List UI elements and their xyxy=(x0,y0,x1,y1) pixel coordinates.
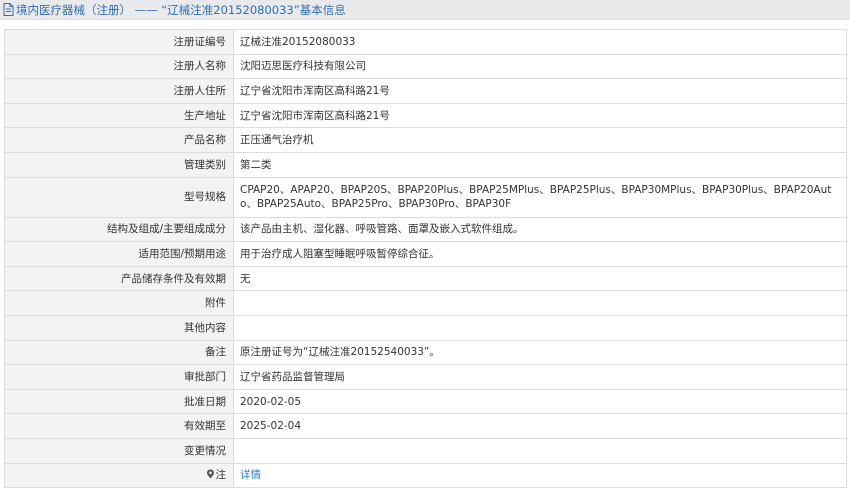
table-row: 结构及组成/主要组成成分 该产品由主机、湿化器、呼吸管路、面罩及嵌入式软件组成。 xyxy=(4,216,847,243)
page-title: 境内医疗器械（注册） —— “辽械注准20152080033”基本信息 xyxy=(16,2,346,17)
row-label: 产品名称 xyxy=(4,127,234,153)
row-value: 第二类 xyxy=(233,151,847,178)
row-label: 生产地址 xyxy=(4,102,234,129)
row-value: 辽宁省沈阳市浑南区高科路21号 xyxy=(233,102,847,129)
row-label: 有效期至 xyxy=(4,413,234,439)
table-row: 备注 原注册证号为“辽械注准20152540033”。 xyxy=(4,339,847,366)
row-label: 注册人名称 xyxy=(4,53,234,80)
row-label: 适用范围/预期用途 xyxy=(4,241,234,267)
table-row: 适用范围/预期用途 用于治疗成人阻塞型睡眠呼吸暂停综合征。 xyxy=(4,241,847,267)
row-label: 批准日期 xyxy=(4,388,234,415)
row-value: 详情 xyxy=(233,462,847,489)
row-label: 注册证编号 xyxy=(4,29,234,55)
table-row: 注册证编号 辽械注准20152080033 xyxy=(4,29,847,55)
row-value: CPAP20、APAP20、BPAP20S、BPAP20Plus、BPAP25M… xyxy=(233,176,847,218)
table-row: 型号规格 CPAP20、APAP20、BPAP20S、BPAP20Plus、BP… xyxy=(4,176,847,218)
row-label: 其他内容 xyxy=(4,314,234,341)
table-row: 有效期至 2025-02-04 xyxy=(4,413,847,439)
page-header: 境内医疗器械（注册） —— “辽械注准20152080033”基本信息 xyxy=(0,0,850,20)
row-value xyxy=(233,437,847,464)
row-label: 附件 xyxy=(4,290,234,316)
row-value: 正压通气治疗机 xyxy=(233,127,847,153)
table-row: 注册人名称 沈阳迈思医疗科技有限公司 xyxy=(4,53,847,80)
row-value: 沈阳迈思医疗科技有限公司 xyxy=(233,53,847,80)
row-label: 结构及组成/主要组成成分 xyxy=(4,216,234,243)
pin-icon xyxy=(206,469,215,479)
row-label: 管理类别 xyxy=(4,151,234,178)
table-row: 管理类别 第二类 xyxy=(4,151,847,178)
row-label: 注 xyxy=(4,462,234,489)
row-label: 型号规格 xyxy=(4,176,234,218)
row-label: 变更情况 xyxy=(4,437,234,464)
details-link[interactable]: 详情 xyxy=(240,469,261,481)
row-value: 辽宁省药品监督管理局 xyxy=(233,364,847,390)
row-label: 备注 xyxy=(4,339,234,366)
table-row: 产品名称 正压通气治疗机 xyxy=(4,127,847,153)
row-value: 无 xyxy=(233,265,847,292)
table-row: 审批部门 辽宁省药品监督管理局 xyxy=(4,364,847,390)
row-value: 辽械注准20152080033 xyxy=(233,29,847,55)
table-row: 产品储存条件及有效期 无 xyxy=(4,265,847,292)
table-row: 附件 xyxy=(4,290,847,316)
table-row: 其他内容 xyxy=(4,314,847,341)
row-value xyxy=(233,314,847,341)
row-value: 辽宁省沈阳市浑南区高科路21号 xyxy=(233,78,847,104)
row-value: 原注册证号为“辽械注准20152540033”。 xyxy=(233,339,847,366)
info-table: 注册证编号 辽械注准20152080033 注册人名称 沈阳迈思医疗科技有限公司… xyxy=(4,29,847,489)
table-row: 注册人住所 辽宁省沈阳市浑南区高科路21号 xyxy=(4,78,847,104)
row-value: 用于治疗成人阻塞型睡眠呼吸暂停综合征。 xyxy=(233,241,847,267)
document-icon xyxy=(3,3,14,16)
row-value xyxy=(233,290,847,316)
row-value: 2020-02-05 xyxy=(233,388,847,415)
table-row: 注 详情 xyxy=(4,462,847,489)
row-label: 注册人住所 xyxy=(4,78,234,104)
table-row: 生产地址 辽宁省沈阳市浑南区高科路21号 xyxy=(4,102,847,129)
row-value: 2025-02-04 xyxy=(233,413,847,439)
table-row: 变更情况 xyxy=(4,437,847,464)
row-label: 产品储存条件及有效期 xyxy=(4,265,234,292)
row-value: 该产品由主机、湿化器、呼吸管路、面罩及嵌入式软件组成。 xyxy=(233,216,847,243)
table-row: 批准日期 2020-02-05 xyxy=(4,388,847,415)
row-label: 审批部门 xyxy=(4,364,234,390)
note-label: 注 xyxy=(215,469,227,482)
